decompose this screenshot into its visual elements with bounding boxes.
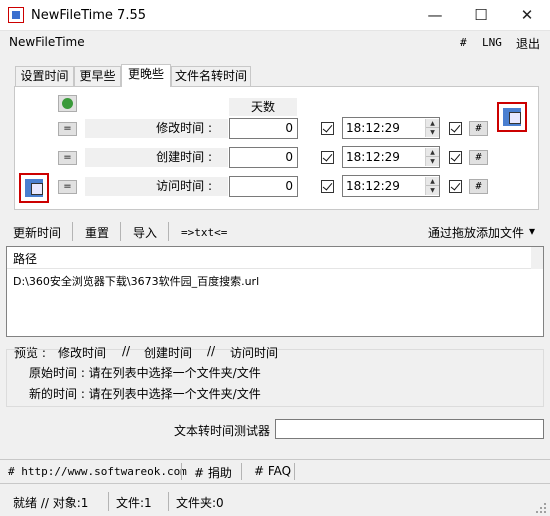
menu-hash[interactable]: # xyxy=(460,36,467,49)
title-bar[interactable]: NewFileTime 7.55 — ☐ ✕ xyxy=(0,0,550,31)
preview-create-link[interactable]: 创建时间 xyxy=(144,344,192,361)
create-enable-checkbox[interactable] xyxy=(449,151,462,164)
preview-separator: // xyxy=(122,344,131,358)
menu-bar: NewFileTime # LNG 退出 xyxy=(0,31,550,55)
reset-button[interactable]: 重置 xyxy=(85,224,109,241)
drag-add-files-button[interactable]: 通过拖放添加文件 xyxy=(428,224,524,241)
access-time-spinner[interactable]: ▲ ▼ xyxy=(425,177,439,195)
modify-time-label: 修改时间 : xyxy=(85,119,228,138)
preview-access-link[interactable]: 访问时间 xyxy=(230,344,278,361)
maximize-button[interactable]: ☐ xyxy=(458,0,504,31)
menu-exit[interactable]: 退出 xyxy=(516,35,540,52)
access-hash-button[interactable]: # xyxy=(469,179,488,194)
update-time-button[interactable]: 更新时间 xyxy=(13,224,61,241)
menu-app-name[interactable]: NewFileTime xyxy=(9,35,85,49)
list-scroll-corner xyxy=(531,247,543,269)
text-to-time-input[interactable] xyxy=(275,419,544,439)
status-files: 文件:1 xyxy=(116,496,152,510)
minimize-button[interactable]: — xyxy=(412,0,458,31)
status-separator xyxy=(108,492,109,511)
import-button[interactable]: 导入 xyxy=(133,224,157,241)
access-time-checkbox[interactable] xyxy=(321,180,334,193)
create-time-label: 创建时间 : xyxy=(85,148,228,167)
tab-earlier[interactable]: 更早些 xyxy=(74,66,121,86)
website-link[interactable]: # http://www.softwareok.com xyxy=(8,465,187,478)
status-separator xyxy=(168,492,169,511)
chevron-down-icon[interactable]: ▾ xyxy=(529,224,535,238)
app-icon xyxy=(8,7,24,23)
footer-links-bar: # http://www.softwareok.com # 捐助 # FAQ xyxy=(0,459,550,484)
footer-separator xyxy=(181,463,182,480)
spin-down-icon[interactable]: ▼ xyxy=(426,186,439,195)
modify-time-spinner[interactable]: ▲ ▼ xyxy=(425,119,439,137)
close-button[interactable]: ✕ xyxy=(504,0,550,31)
days-header: 天数 xyxy=(229,98,297,116)
toolbar-separator xyxy=(120,222,121,241)
footer-separator xyxy=(294,463,295,480)
spin-up-icon[interactable]: ▲ xyxy=(426,177,439,186)
modify-time-checkbox[interactable] xyxy=(321,122,334,135)
toolbar-separator xyxy=(168,222,169,241)
spin-down-icon[interactable]: ▼ xyxy=(426,128,439,137)
refresh-icon xyxy=(62,98,73,109)
access-time-label: 访问时间 : xyxy=(85,177,228,196)
preview-separator: // xyxy=(207,344,216,358)
newfiletime-logo-icon xyxy=(497,102,527,132)
window-title: NewFileTime 7.55 xyxy=(31,8,147,23)
status-ready: 就绪 // 对象:1 xyxy=(13,496,89,510)
status-folders: 文件夹:0 xyxy=(176,496,224,510)
spin-up-icon[interactable]: ▲ xyxy=(426,148,439,157)
modify-enable-checkbox[interactable] xyxy=(449,122,462,135)
list-header-path[interactable]: 路径 xyxy=(13,250,37,267)
donate-link[interactable]: # 捐助 xyxy=(194,464,232,481)
tab-set-time[interactable]: 设置时间 xyxy=(15,66,74,86)
spin-up-icon[interactable]: ▲ xyxy=(426,119,439,128)
file-list[interactable]: 路径 D:\360安全浏览器下载\3673软件园_百度搜索.url xyxy=(6,246,544,337)
list-item[interactable]: D:\360安全浏览器下载\3673软件园_百度搜索.url xyxy=(13,273,259,289)
create-equal-button[interactable]: = xyxy=(58,151,77,165)
menu-language[interactable]: LNG xyxy=(482,36,502,49)
txt-button[interactable]: =>txt<= xyxy=(181,226,227,239)
create-time-checkbox[interactable] xyxy=(321,151,334,164)
new-time-text: 新的时间 : 请在列表中选择一个文件夹/文件 xyxy=(29,387,261,401)
spin-down-icon[interactable]: ▼ xyxy=(426,157,439,166)
create-time-spinner[interactable]: ▲ ▼ xyxy=(425,148,439,166)
preview-modify-link[interactable]: 修改时间 xyxy=(58,344,106,361)
toolbar-separator xyxy=(72,222,73,241)
modify-days-field[interactable]: 0 xyxy=(229,118,298,139)
create-hash-button[interactable]: # xyxy=(469,150,488,165)
tab-later[interactable]: 更晚些 xyxy=(121,64,171,87)
create-days-field[interactable]: 0 xyxy=(229,147,298,168)
faq-link[interactable]: # FAQ xyxy=(254,464,291,478)
modify-hash-button[interactable]: # xyxy=(469,121,488,136)
refresh-time-button[interactable] xyxy=(58,95,77,112)
access-days-field[interactable]: 0 xyxy=(229,176,298,197)
tab-filename-to-time[interactable]: 文件名转时间 xyxy=(171,66,251,86)
access-enable-checkbox[interactable] xyxy=(449,180,462,193)
newfiletime-logo-icon-small xyxy=(19,173,49,203)
text-to-time-tester-label: 文本转时间测试器 xyxy=(174,424,271,438)
modify-equal-button[interactable]: = xyxy=(58,122,77,136)
original-time-text: 原始时间 : 请在列表中选择一个文件夹/文件 xyxy=(29,366,261,380)
resize-grip-icon[interactable] xyxy=(536,502,546,513)
access-equal-button[interactable]: = xyxy=(58,180,77,194)
footer-separator xyxy=(241,463,242,480)
